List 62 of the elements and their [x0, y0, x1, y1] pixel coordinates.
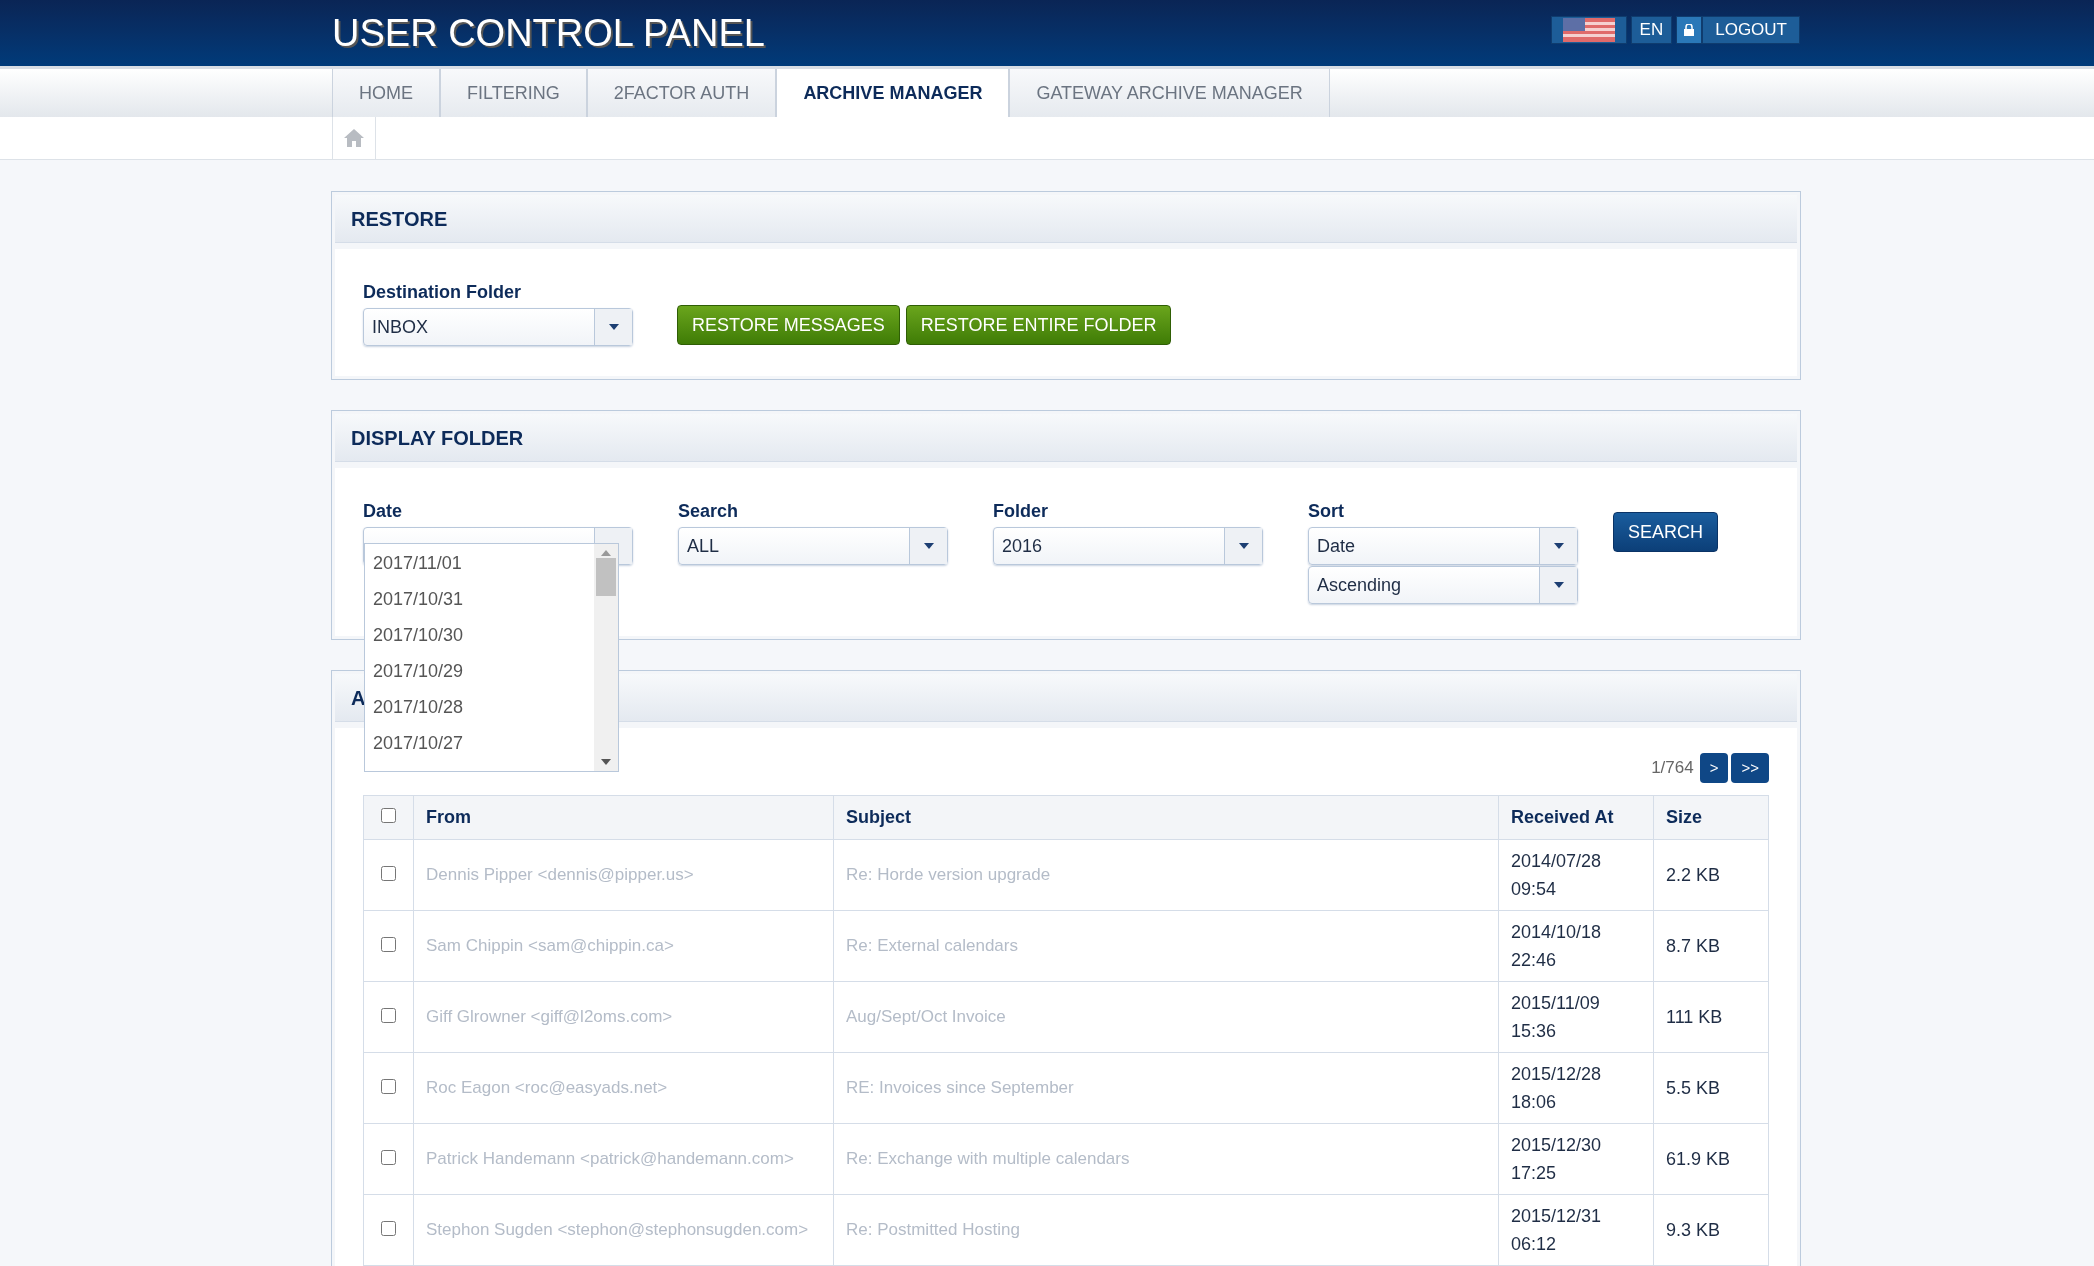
field-label: Sort [1308, 500, 1345, 523]
search-button[interactable]: SEARCH [1613, 512, 1718, 552]
table-cell: Roc Eagon <roc@easyads.net> [413, 1052, 834, 1124]
last-page-button[interactable]: >> [1731, 753, 1769, 783]
search-select[interactable]: ALL [678, 527, 948, 565]
logout-button[interactable]: LOGOUT [1702, 16, 1800, 44]
date-option[interactable]: 2017/10/27 [365, 725, 594, 761]
field-label: Destination Folder [363, 281, 522, 304]
date-option[interactable]: 2017/10/31 [365, 581, 594, 617]
column-header[interactable]: Size [1653, 795, 1769, 840]
table-cell: 2015/12/28 18:06 [1498, 1052, 1654, 1124]
table-cell: Re: Horde version upgrade [833, 839, 1499, 911]
table-cell: 2014/10/18 22:46 [1498, 910, 1654, 982]
section-title: A [351, 685, 366, 711]
table-cell: 5.5 KB [1653, 1052, 1769, 1124]
table-cell: Stephon Sugden <stephon@stephonsugden.com> [413, 1194, 834, 1266]
table-cell: Aug/Sept/Oct Invoice [833, 981, 1499, 1053]
folder-select[interactable]: 2016 [993, 527, 1263, 565]
nav-tab[interactable]: GATEWAY ARCHIVE MANAGER [1009, 69, 1330, 117]
table-cell: Re: Postmitted Hosting [833, 1194, 1499, 1266]
table-cell: 8.7 KB [1653, 910, 1769, 982]
next-page-button[interactable]: > [1699, 753, 1729, 783]
restore-button[interactable]: RESTORE ENTIRE FOLDER [905, 305, 1172, 345]
sort-order-select[interactable]: Ascending [1308, 566, 1578, 604]
section-title: RESTORE [351, 206, 448, 232]
table-cell: Patrick Handemann <patrick@handemann.com> [413, 1123, 834, 1195]
field-label: Folder [993, 500, 1049, 523]
column-header[interactable]: From [413, 795, 834, 840]
table-cell: 111 KB [1653, 981, 1769, 1053]
table-cell: 2.2 KB [1653, 839, 1769, 911]
field-label: Date [363, 500, 403, 523]
destination-folder-select[interactable]: INBOX [363, 308, 633, 346]
table-cell: Sam Chippin <sam@chippin.ca> [413, 910, 834, 982]
nav-tab[interactable]: ARCHIVE MANAGER [776, 69, 1010, 117]
nav-tab[interactable]: HOME [332, 69, 440, 117]
page-indicator: 1/764 [1651, 757, 1694, 780]
table-cell: 2015/11/09 15:36 [1498, 981, 1654, 1053]
section-title: DISPLAY FOLDER [351, 425, 524, 451]
sort-field-select[interactable]: Date [1308, 527, 1578, 565]
table-cell: 2015/12/30 17:25 [1498, 1123, 1654, 1195]
table-cell: 2014/07/28 09:54 [1498, 839, 1654, 911]
table-cell: Giff Glrowner <giff@l2oms.com> [413, 981, 834, 1053]
column-header[interactable]: Subject [833, 795, 1499, 840]
nav-tab[interactable]: 2FACTOR AUTH [586, 69, 777, 117]
restore-button[interactable]: RESTORE MESSAGES [677, 305, 900, 345]
nav-tab[interactable]: FILTERING [440, 69, 587, 117]
date-dropdown-menu[interactable]: 2017/11/01 2017/10/31 2017/10/30 2017/10/29 2017/10/28 2017/10/27 [364, 543, 619, 772]
date-option[interactable]: 2017/11/01 [365, 545, 594, 581]
date-option[interactable]: 2017/10/28 [365, 689, 594, 725]
table-cell: 9.3 KB [1653, 1194, 1769, 1266]
column-header[interactable]: Received At [1498, 795, 1654, 840]
table-cell: Re: Exchange with multiple calendars [833, 1123, 1499, 1195]
date-option[interactable]: 2017/10/30 [365, 617, 594, 653]
table-cell: RE: Invoices since September [833, 1052, 1499, 1124]
field-label: Search [678, 500, 740, 523]
app-title: USER CONTROL PANEL [332, 10, 766, 56]
table-cell: 61.9 KB [1653, 1123, 1769, 1195]
table-cell: Re: External calendars [833, 910, 1499, 982]
table-cell: Dennis Pipper <dennis@pipper.us> [413, 839, 834, 911]
table-cell: 2015/12/31 06:12 [1498, 1194, 1654, 1266]
date-option[interactable]: 2017/10/29 [365, 653, 594, 689]
language-button[interactable]: EN [1630, 16, 1673, 44]
